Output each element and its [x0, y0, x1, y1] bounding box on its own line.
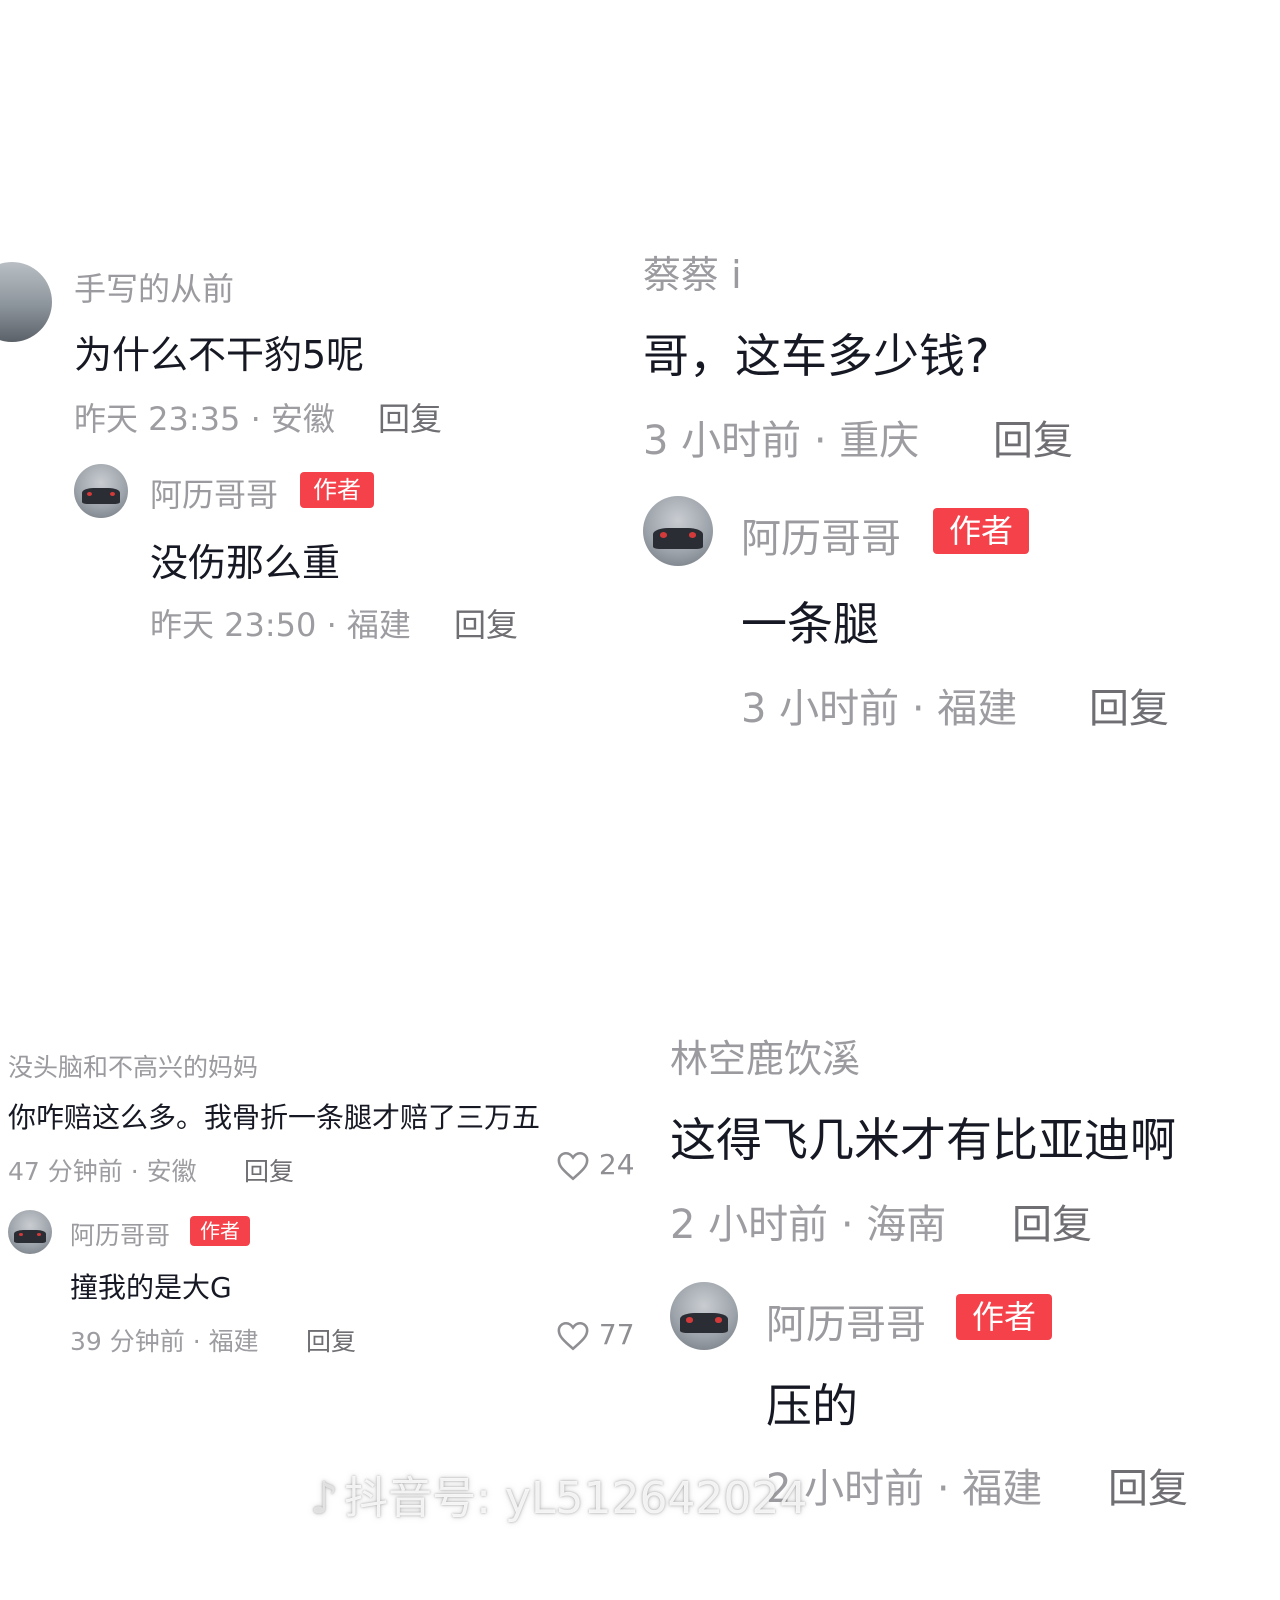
comment-panel-3: 没头脑和不高兴的妈妈 你咋赔这么多。我骨折一条腿才赔了三万五 47 分钟前 · … [0, 1040, 640, 1380]
watermark-text: 抖音号: yL512642024 [344, 1473, 808, 1524]
author-badge: 作者 [956, 1294, 1052, 1340]
author-badge: 作者 [300, 472, 374, 508]
reply-author[interactable]: 阿历哥哥 [70, 1216, 170, 1252]
reply-button[interactable]: 回复 [454, 600, 518, 646]
author-badge: 作者 [933, 508, 1029, 554]
heart-icon [557, 1151, 589, 1181]
comment-text: 这得飞几米才有比亚迪啊 [670, 1113, 1176, 1167]
user-avatar[interactable] [0, 262, 52, 342]
reply-button[interactable]: 回复 [1012, 1192, 1092, 1250]
author-avatar[interactable] [74, 464, 128, 518]
reply-author[interactable]: 阿历哥哥 [766, 1292, 926, 1350]
like-button[interactable]: 77 [556, 1318, 635, 1352]
comment-username[interactable]: 手写的从前 [74, 264, 234, 310]
author-avatar[interactable] [8, 1210, 52, 1254]
comment-meta: 47 分钟前 · 安徽 [8, 1157, 197, 1186]
like-count: 77 [598, 1318, 635, 1351]
douyin-watermark: ♪ 抖音号: yL512642024 [310, 1462, 807, 1526]
reply-button[interactable]: 回复 [378, 394, 442, 440]
reply-text: 一条腿 [741, 597, 879, 651]
author-avatar[interactable] [670, 1282, 738, 1350]
reply-text: 撞我的是大G [70, 1271, 232, 1304]
author-badge: 作者 [190, 1216, 250, 1246]
comment-username[interactable]: 林空鹿饮溪 [670, 1028, 860, 1083]
reply-meta: 2 小时前 · 福建 [766, 1466, 1043, 1512]
reply-button[interactable]: 回复 [306, 1322, 356, 1358]
comment-panel-2: 蔡蔡 i 哥，这车多少钱? 3 小时前 · 重庆 回复 阿历哥哥 作者 一条腿 … [625, 230, 1280, 730]
heart-icon [557, 1321, 589, 1351]
comment-meta: 3 小时前 · 重庆 [643, 418, 920, 464]
reply-button[interactable]: 回复 [1089, 676, 1169, 730]
comment-meta: 2 小时前 · 海南 [670, 1202, 947, 1248]
reply-text: 压的 [766, 1379, 858, 1433]
comment-text: 你咋赔这么多。我骨折一条腿才赔了三万五 [8, 1101, 541, 1134]
comment-panel-1: 手写的从前 为什么不干豹5呢 昨天 23:35 · 安徽 回复 阿历哥哥 作者 … [0, 250, 625, 680]
reply-button[interactable]: 回复 [993, 408, 1073, 466]
reply-meta: 3 小时前 · 福建 [741, 686, 1018, 730]
reply-author[interactable]: 阿历哥哥 [741, 506, 901, 564]
reply-meta: 昨天 23:50 · 福建 [150, 606, 411, 644]
comment-username[interactable]: 蔡蔡 i [643, 244, 742, 299]
reply-button[interactable]: 回复 [1108, 1456, 1188, 1514]
reply-author[interactable]: 阿历哥哥 [150, 470, 278, 516]
comment-panel-4: 林空鹿饮溪 这得飞几米才有比亚迪啊 2 小时前 · 海南 回复 阿历哥哥 作者 … [648, 1010, 1280, 1530]
reply-text: 没伤那么重 [150, 541, 341, 585]
like-button[interactable]: 24 [556, 1148, 635, 1182]
comment-meta: 昨天 23:35 · 安徽 [74, 400, 335, 438]
comment-text: 哥，这车多少钱? [643, 329, 990, 383]
douyin-logo-icon: ♪ [310, 1473, 339, 1524]
like-count: 24 [598, 1148, 635, 1181]
reply-button[interactable]: 回复 [244, 1152, 294, 1188]
author-avatar[interactable] [643, 496, 713, 566]
comment-username[interactable]: 没头脑和不高兴的妈妈 [8, 1048, 258, 1084]
reply-meta: 39 分钟前 · 福建 [70, 1327, 259, 1356]
comment-text: 为什么不干豹5呢 [74, 333, 365, 377]
